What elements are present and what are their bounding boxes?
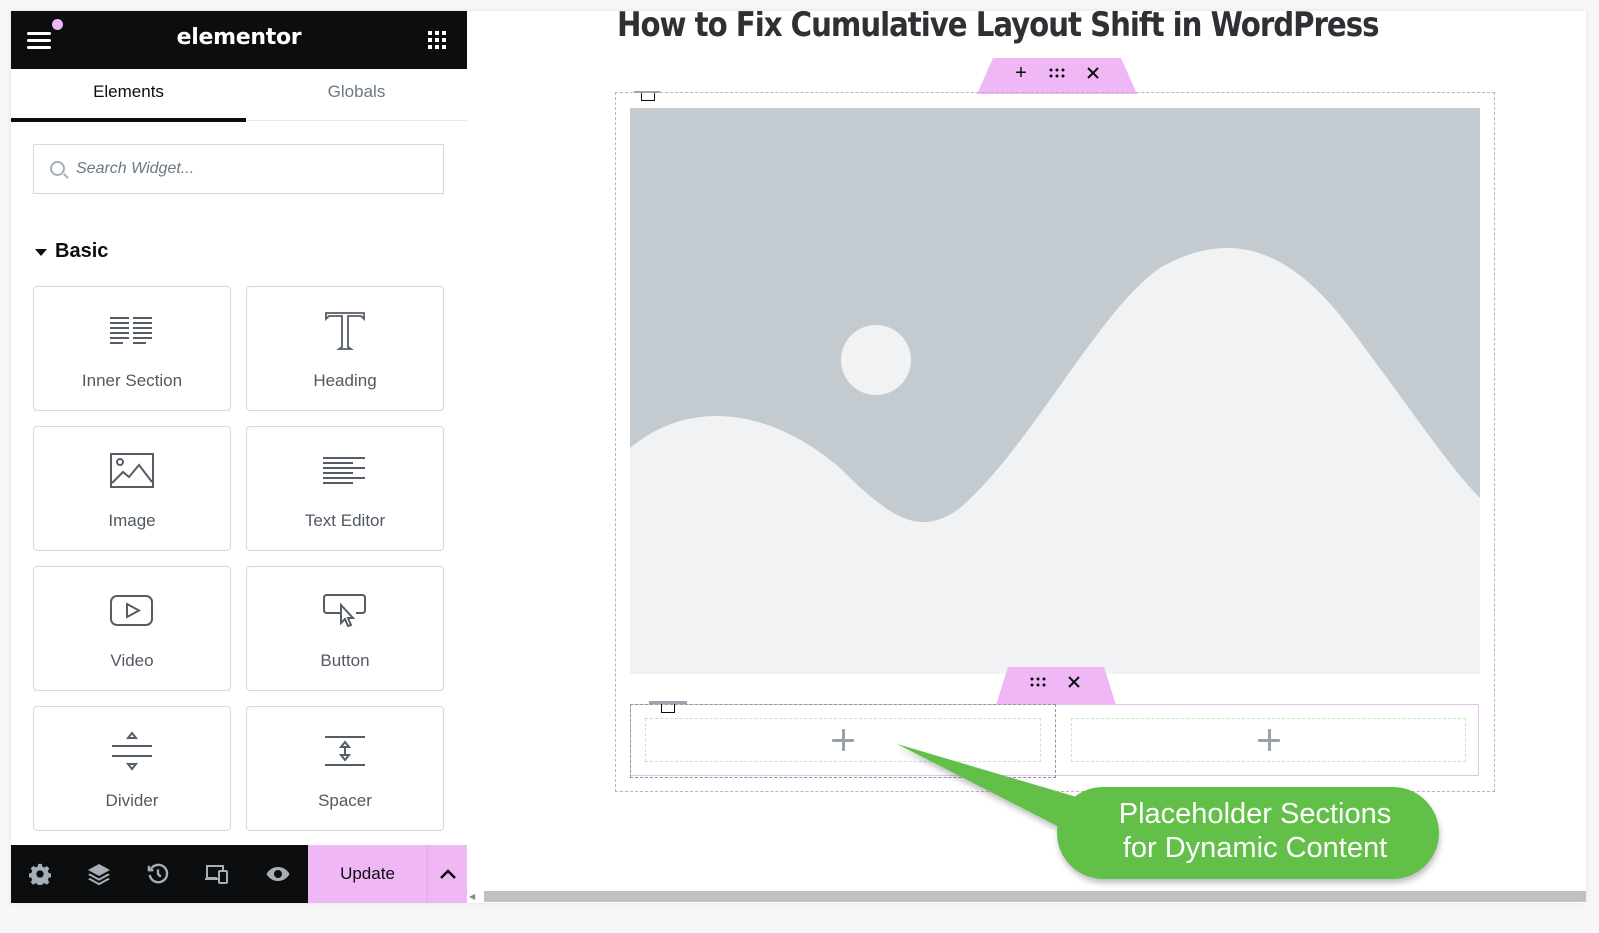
editor-window: elementor Elements Globals Basic (11, 11, 1586, 903)
drag-inner-section-handle[interactable] (1029, 673, 1047, 691)
panel-tabs: Elements Globals (11, 69, 467, 122)
settings-button[interactable] (11, 845, 69, 903)
close-icon (1087, 67, 1099, 79)
callout-line-2: for Dynamic Content (1122, 832, 1388, 864)
delete-section-button[interactable] (1084, 64, 1102, 82)
widget-label: Divider (105, 791, 159, 810)
inner-section[interactable] (630, 701, 1480, 778)
scrollbar-thumb[interactable] (484, 891, 1586, 902)
image-placeholder[interactable] (630, 108, 1480, 674)
panel-footer: Update (11, 845, 467, 903)
responsive-mode-icon (205, 865, 228, 884)
widget-inner-section[interactable]: Inner Section (33, 286, 231, 411)
widget-button[interactable]: Button (246, 566, 444, 691)
section-handle: + (977, 58, 1137, 94)
navigator-layers-icon (88, 864, 110, 886)
navigator-button[interactable] (70, 845, 128, 903)
video-icon (34, 587, 230, 635)
widget-label: Video (110, 651, 154, 670)
history-icon (147, 863, 169, 884)
image-placeholder-graphic (630, 108, 1480, 674)
inner-section-edit-tab[interactable] (649, 701, 687, 713)
search-widget-field[interactable] (33, 144, 444, 194)
spacer-icon (247, 727, 443, 775)
widget-divider[interactable]: Divider (33, 706, 231, 831)
save-options-button[interactable] (427, 845, 467, 903)
inner-section-handle (996, 667, 1116, 705)
page-title: How to Fix Cumulative Layout Shift in Wo… (617, 11, 1379, 45)
callout-line-1: Placeholder Sections (1118, 798, 1392, 830)
responsive-mode-button[interactable] (188, 845, 246, 903)
caret-down-icon (35, 249, 47, 256)
widget-heading[interactable]: Heading (246, 286, 444, 411)
drag-section-handle[interactable] (1048, 64, 1066, 82)
inner-section-icon (34, 307, 230, 355)
update-button[interactable]: Update (308, 845, 427, 903)
column-right[interactable] (1057, 705, 1480, 777)
plus-icon (832, 729, 854, 751)
plus-icon: + (1015, 62, 1027, 84)
divider-icon (34, 727, 230, 775)
widget-label: Heading (313, 371, 377, 390)
section-edit-tab[interactable] (634, 91, 660, 101)
grid-icon (428, 31, 432, 35)
add-section-button[interactable]: + (1012, 62, 1030, 84)
panel-header: elementor (11, 11, 467, 69)
drag-dots-icon (1030, 677, 1046, 687)
tab-elements[interactable]: Elements (11, 69, 246, 122)
widget-label: Spacer (318, 791, 372, 810)
horizontal-scrollbar[interactable]: ◀ (467, 890, 1586, 903)
tab-globals[interactable]: Globals (239, 69, 474, 121)
callout-text: Placeholder Sections for Dynamic Content (1063, 797, 1447, 865)
widget-image[interactable]: Image (33, 426, 231, 551)
column-left[interactable] (630, 701, 1056, 778)
widget-text-editor[interactable]: Text Editor (246, 426, 444, 551)
editor-canvas: How to Fix Cumulative Layout Shift in Wo… (467, 11, 1586, 903)
history-button[interactable] (129, 845, 187, 903)
widget-spacer[interactable]: Spacer (246, 706, 444, 831)
heading-icon (247, 307, 443, 355)
section-container[interactable] (615, 91, 1495, 792)
drag-dots-icon (1049, 68, 1065, 78)
chevron-up-icon (439, 869, 456, 879)
text-editor-icon (247, 447, 443, 495)
widget-video[interactable]: Video (33, 566, 231, 691)
delete-inner-section-button[interactable] (1065, 673, 1083, 691)
widget-label: Inner Section (81, 371, 183, 390)
preview-button[interactable] (249, 845, 307, 903)
elementor-logo: elementor (176, 25, 302, 50)
plus-icon (1257, 729, 1280, 751)
preview-eye-icon (266, 867, 290, 881)
scroll-left-arrow-icon[interactable]: ◀ (469, 892, 478, 902)
search-icon (50, 161, 65, 176)
search-input[interactable] (76, 145, 436, 193)
settings-icon (29, 863, 51, 885)
widgets-grid-button[interactable] (428, 31, 446, 49)
close-icon (1068, 676, 1080, 688)
add-widget-dropzone[interactable] (645, 718, 1041, 762)
category-title: Basic (55, 240, 109, 262)
elementor-panel: elementor Elements Globals Basic (11, 11, 467, 903)
widget-label: Text Editor (304, 511, 386, 530)
widget-label: Button (320, 651, 370, 670)
image-icon (34, 447, 230, 495)
add-widget-dropzone[interactable] (1071, 718, 1466, 762)
widget-label: Image (108, 511, 156, 530)
button-icon (247, 587, 443, 635)
